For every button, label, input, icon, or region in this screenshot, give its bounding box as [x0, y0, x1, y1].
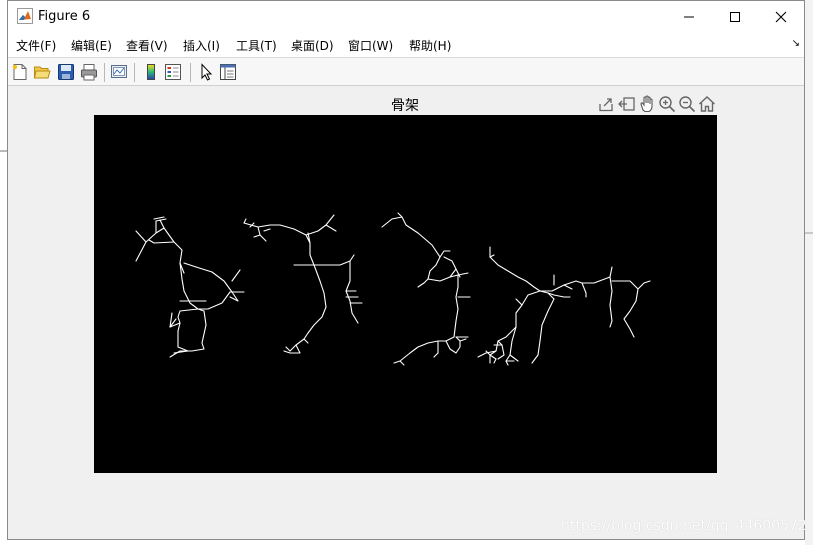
zoom-in-icon[interactable]	[658, 95, 676, 113]
toolbar-separator	[190, 63, 191, 82]
insert-legend-icon[interactable]	[164, 63, 182, 81]
menu-bar: 文件(F) 编辑(E) 查看(V) 插入(I) 工具(T) 桌面(D) 窗口(W…	[8, 32, 804, 57]
minimize-button[interactable]	[666, 1, 712, 32]
menu-desktop[interactable]: 桌面(D)	[291, 37, 334, 54]
menu-window[interactable]: 窗口(W)	[348, 37, 393, 54]
skeleton-image[interactable]	[94, 115, 717, 473]
axes-toolbar	[598, 95, 718, 115]
menu-view[interactable]: 查看(V)	[126, 37, 168, 54]
watermark-text: https://blog.csdn.net/qq_44600572	[561, 518, 807, 534]
save-icon[interactable]	[57, 63, 75, 81]
insert-colorbar-icon[interactable]	[142, 63, 160, 81]
menu-file[interactable]: 文件(F)	[16, 37, 56, 54]
skeleton-lines	[135, 212, 651, 366]
zoom-out-icon[interactable]	[678, 95, 696, 113]
open-file-icon[interactable]	[33, 63, 51, 81]
close-button[interactable]	[758, 1, 804, 32]
toolbar-separator	[134, 63, 135, 82]
axes-title: 骨架	[391, 98, 419, 114]
window-title: Figure 6	[38, 9, 91, 24]
menu-edit[interactable]: 编辑(E)	[71, 37, 112, 54]
background-window-edge	[805, 232, 813, 234]
edit-plot-icon[interactable]	[197, 63, 215, 81]
link-plot-icon[interactable]	[110, 63, 128, 81]
menu-insert[interactable]: 插入(I)	[183, 37, 220, 54]
title-bar[interactable]: Figure 6	[8, 1, 804, 32]
dock-arrow-icon[interactable]: ↘	[792, 38, 800, 49]
property-inspector-icon[interactable]	[219, 63, 237, 81]
brush-icon[interactable]	[618, 95, 636, 113]
maximize-button[interactable]	[712, 1, 758, 32]
menu-tools[interactable]: 工具(T)	[236, 37, 277, 54]
maximize-icon	[730, 11, 740, 22]
figure-toolbar	[8, 57, 804, 86]
figure-window: Figure 6 文件(F) 编辑(E) 查看(V) 插入(I) 工具(T) 桌…	[7, 0, 807, 540]
menu-help[interactable]: 帮助(H)	[409, 37, 451, 54]
export-icon[interactable]	[598, 95, 616, 113]
print-icon[interactable]	[80, 63, 98, 81]
new-figure-icon[interactable]	[11, 63, 29, 81]
minimize-icon	[684, 16, 694, 17]
home-icon[interactable]	[698, 95, 716, 113]
toolbar-separator	[104, 63, 105, 82]
background-window-edge	[805, 0, 813, 545]
pan-hand-icon[interactable]	[638, 95, 656, 113]
close-icon	[775, 11, 787, 22]
matlab-logo-icon	[17, 8, 33, 24]
